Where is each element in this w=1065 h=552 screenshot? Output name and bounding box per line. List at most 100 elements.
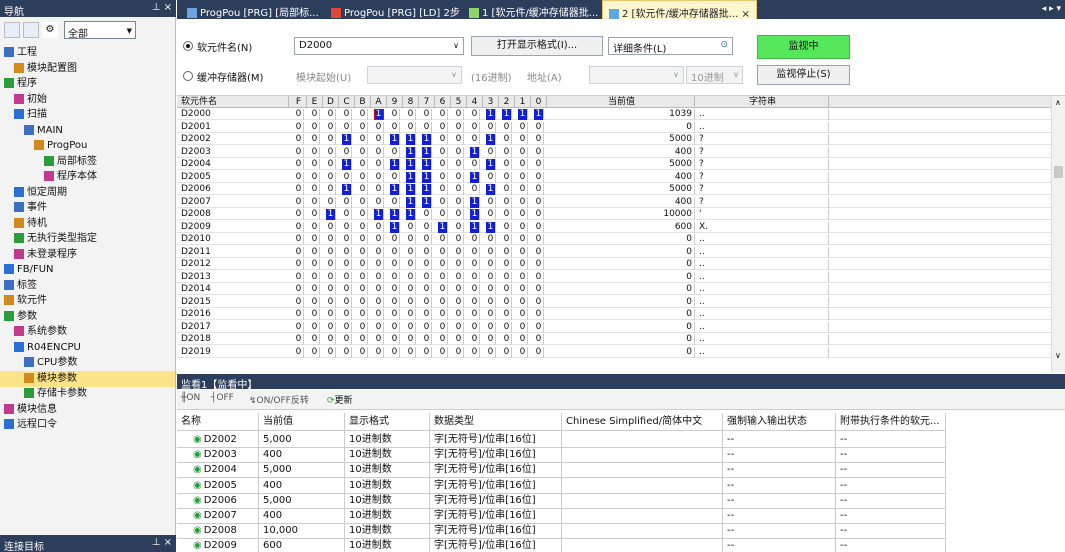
- bit-cell[interactable]: 0: [310, 334, 320, 345]
- bit-cell[interactable]: 0: [294, 196, 304, 208]
- bit-cell[interactable]: 0: [454, 234, 464, 245]
- bit-cell[interactable]: 0: [358, 109, 368, 120]
- bit-cell[interactable]: 0: [454, 246, 464, 258]
- bit-cell[interactable]: 0: [342, 284, 352, 295]
- bit-cell[interactable]: 0: [454, 309, 464, 320]
- bit-cell[interactable]: 0: [326, 234, 336, 245]
- bit-cell[interactable]: 0: [534, 321, 544, 333]
- device-row[interactable]: D2014 0 0 0 0 0 0 0 0 0 0 0 0 0 0 0 0 0..: [177, 284, 1051, 295]
- gear-icon[interactable]: ⚙: [42, 22, 58, 38]
- bit-cell[interactable]: 0: [486, 309, 496, 320]
- bit-cell[interactable]: 0: [422, 259, 432, 270]
- force-off-button[interactable]: ┤OFF: [211, 393, 234, 403]
- bit-cell[interactable]: 0: [390, 234, 400, 245]
- bit-cell[interactable]: 0: [326, 221, 336, 233]
- nav-item[interactable]: 无执行类型指定: [0, 231, 175, 247]
- bit-cell[interactable]: 0: [502, 246, 512, 258]
- nav-item[interactable]: 远程口令: [0, 417, 175, 433]
- bit-cell[interactable]: 0: [534, 234, 544, 245]
- bit-cell[interactable]: 0: [294, 121, 304, 133]
- bit-cell[interactable]: 0: [374, 159, 384, 170]
- bit-cell[interactable]: 0: [422, 284, 432, 295]
- bit-cell[interactable]: 0: [518, 209, 528, 220]
- watch-column-header[interactable]: 名称: [177, 413, 259, 431]
- bit-cell[interactable]: 0: [518, 246, 528, 258]
- bit-cell[interactable]: 0: [390, 346, 400, 358]
- bit-cell[interactable]: 0: [502, 346, 512, 358]
- bit-cell[interactable]: 0: [358, 346, 368, 358]
- bit-cell[interactable]: 0: [534, 121, 544, 133]
- bit-cell[interactable]: 1: [534, 109, 544, 120]
- bit-cell[interactable]: 0: [326, 159, 336, 170]
- bit-cell[interactable]: 0: [294, 346, 304, 358]
- bit-cell[interactable]: 1: [406, 196, 416, 208]
- bit-cell[interactable]: 0: [310, 196, 320, 208]
- bit-cell[interactable]: 0: [534, 184, 544, 195]
- bit-cell[interactable]: 0: [294, 184, 304, 195]
- device-row[interactable]: D2009 0 0 0 0 0 0 1 0 0 1 0 1 1 0 0 0 600 X.: [177, 221, 1051, 233]
- bit-cell[interactable]: 0: [390, 171, 400, 183]
- bit-cell[interactable]: 1: [486, 184, 496, 195]
- bit-cell[interactable]: 0: [294, 234, 304, 245]
- bit-cell[interactable]: 0: [342, 296, 352, 308]
- bit-cell[interactable]: 0: [518, 134, 528, 145]
- bit-cell[interactable]: 0: [406, 271, 416, 283]
- device-row[interactable]: D2007 0 0 0 0 0 0 0 1 1 0 0 1 0 0 0 0 400?: [177, 196, 1051, 208]
- device-row[interactable]: D2013 0 0 0 0 0 0 0 0 0 0 0 0 0 0 0 0 0..: [177, 271, 1051, 283]
- bit-cell[interactable]: 0: [502, 196, 512, 208]
- bit-cell[interactable]: 0: [486, 259, 496, 270]
- bit-cell[interactable]: 0: [486, 234, 496, 245]
- nav-item[interactable]: 模块参数: [0, 370, 175, 387]
- bit-cell[interactable]: 0: [374, 171, 384, 183]
- bit-cell[interactable]: 0: [518, 171, 528, 183]
- bit-cell[interactable]: 1: [518, 109, 528, 120]
- bit-cell[interactable]: 0: [310, 284, 320, 295]
- nav-item[interactable]: 系统参数: [0, 324, 175, 340]
- nav-item[interactable]: 事件: [0, 200, 175, 216]
- bit-cell[interactable]: 0: [438, 121, 448, 133]
- bit-cell[interactable]: 0: [342, 246, 352, 258]
- bit-cell[interactable]: 0: [294, 246, 304, 258]
- bit-cell[interactable]: 0: [486, 346, 496, 358]
- bit-cell[interactable]: 0: [310, 159, 320, 170]
- bit-cell[interactable]: 0: [454, 146, 464, 158]
- bit-cell[interactable]: 0: [518, 271, 528, 283]
- nav-item[interactable]: 程序本体: [0, 169, 175, 185]
- device-row[interactable]: D2000 0 0 0 0 0 1 0 0 0 0 0 0 1 1 1 1 1039..: [177, 109, 1051, 120]
- bit-cell[interactable]: 0: [342, 196, 352, 208]
- bit-cell[interactable]: 0: [454, 196, 464, 208]
- force-on-button[interactable]: ╫ON: [181, 393, 200, 403]
- bit-cell[interactable]: 0: [374, 271, 384, 283]
- bit-cell[interactable]: 0: [310, 321, 320, 333]
- bit-cell[interactable]: 0: [342, 309, 352, 320]
- nav-item[interactable]: 标签: [0, 278, 175, 294]
- bit-cell[interactable]: 0: [454, 121, 464, 133]
- bit-cell[interactable]: 0: [518, 296, 528, 308]
- bit-cell[interactable]: 1: [342, 134, 352, 145]
- bit-cell[interactable]: 0: [422, 334, 432, 345]
- bit-cell[interactable]: 0: [518, 309, 528, 320]
- bit-cell[interactable]: 1: [422, 146, 432, 158]
- bit-cell[interactable]: 0: [438, 184, 448, 195]
- bit-cell[interactable]: 0: [470, 109, 480, 120]
- bit-cell[interactable]: 0: [310, 184, 320, 195]
- bit-cell[interactable]: 1: [470, 196, 480, 208]
- bit-cell[interactable]: 0: [454, 209, 464, 220]
- bit-cell[interactable]: 0: [358, 271, 368, 283]
- list-view-icon[interactable]: [23, 22, 39, 38]
- bit-cell[interactable]: 0: [454, 284, 464, 295]
- bit-cell[interactable]: 1: [390, 184, 400, 195]
- bit-cell[interactable]: 1: [502, 109, 512, 120]
- bit-cell[interactable]: 0: [390, 146, 400, 158]
- bit-cell[interactable]: 0: [310, 121, 320, 133]
- bit-cell[interactable]: 0: [534, 246, 544, 258]
- bit-cell[interactable]: 0: [470, 346, 480, 358]
- bit-cell[interactable]: 0: [326, 321, 336, 333]
- bit-cell[interactable]: 0: [294, 109, 304, 120]
- bit-cell[interactable]: 1: [422, 171, 432, 183]
- bit-cell[interactable]: 0: [326, 309, 336, 320]
- bit-cell[interactable]: 0: [294, 159, 304, 170]
- bit-cell[interactable]: 0: [454, 159, 464, 170]
- bit-cell[interactable]: 0: [438, 246, 448, 258]
- bit-cell[interactable]: 0: [326, 346, 336, 358]
